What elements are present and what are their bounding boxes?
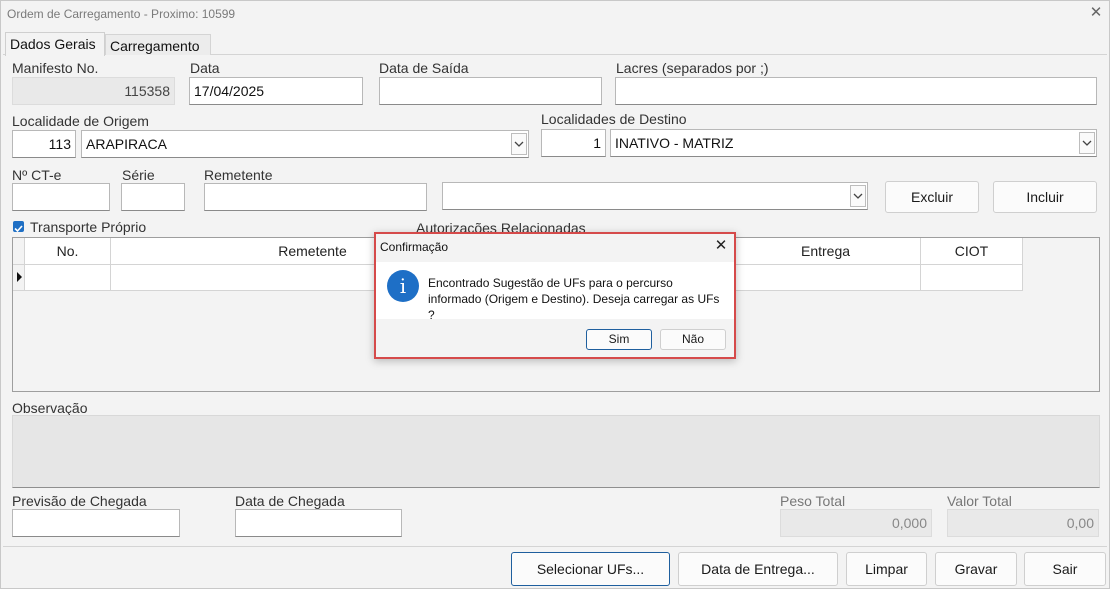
origem-label: Localidade de Origem	[12, 113, 149, 129]
gravar-button[interactable]: Gravar	[935, 552, 1017, 586]
info-icon: i	[387, 270, 419, 302]
sair-button[interactable]: Sair	[1024, 552, 1106, 586]
window-title: Ordem de Carregamento - Proximo: 10599	[7, 7, 236, 21]
data-field[interactable]: 17/04/2025	[189, 77, 363, 105]
ct-e-field[interactable]	[12, 183, 110, 211]
data-chegada-label: Data de Chegada	[235, 493, 345, 509]
data-saida-field[interactable]	[379, 77, 602, 105]
destino-label: Localidades de Destino	[541, 111, 687, 127]
excluir-button[interactable]: Excluir	[885, 181, 979, 213]
bottom-divider	[3, 546, 1107, 547]
dialog-close-icon[interactable]: ✕	[712, 237, 730, 255]
confirmation-dialog: Confirmação ✕ i Encontrado Sugestão de U…	[374, 232, 736, 359]
transporte-proprio-label: Transporte Próprio	[30, 219, 147, 235]
window-close-icon[interactable]: ✕	[1088, 5, 1104, 21]
remetente-field[interactable]	[204, 183, 427, 211]
grid-header-no[interactable]: No.	[25, 238, 111, 265]
grid-header-ciot[interactable]: CIOT	[921, 238, 1023, 265]
dialog-body: i Encontrado Sugestão de UFs para o perc…	[376, 262, 734, 322]
main-window: Ordem de Carregamento - Proximo: 10599 ✕…	[0, 0, 1110, 589]
dialog-message: Encontrado Sugestão de UFs para o percur…	[428, 276, 720, 322]
previsao-chegada-field[interactable]	[12, 509, 180, 537]
chevron-down-icon[interactable]	[850, 185, 866, 207]
remetente-label: Remetente	[204, 167, 273, 183]
observacao-label: Observação	[12, 400, 88, 416]
grid-header-entrega-text: Entrega	[801, 243, 851, 259]
lacres-field[interactable]	[615, 77, 1097, 105]
transporte-proprio-checkbox[interactable]	[13, 221, 24, 233]
data-entrega-button[interactable]: Data de Entrega...	[678, 552, 838, 586]
dialog-title: Confirmação	[380, 240, 449, 254]
grid-row-indicator	[13, 265, 25, 291]
checkmark-icon	[14, 225, 23, 233]
tab-dados-gerais[interactable]: Dados Gerais	[5, 32, 105, 56]
tab-carregamento[interactable]: Carregamento	[105, 34, 211, 55]
grid-indicator-header	[13, 238, 25, 265]
data-saida-label: Data de Saída	[379, 60, 469, 76]
table-row-cell[interactable]	[25, 265, 111, 291]
manifesto-label: Manifesto No.	[12, 60, 99, 76]
valor-total-field: 0,00	[947, 509, 1099, 537]
nao-button[interactable]: Não	[660, 329, 726, 350]
incluir-button[interactable]: Incluir	[993, 181, 1097, 213]
destino-name: INATIVO - MATRIZ	[615, 135, 734, 151]
remetente-combo[interactable]	[442, 182, 868, 210]
chevron-down-icon[interactable]	[511, 133, 527, 155]
destino-code-field[interactable]: 1	[541, 129, 606, 157]
ct-e-label: Nº CT-e	[12, 167, 62, 183]
serie-label: Série	[122, 167, 155, 183]
destino-combo[interactable]: INATIVO - MATRIZ	[610, 129, 1097, 157]
lacres-label: Lacres (separados por ;)	[616, 60, 769, 76]
chevron-down-icon[interactable]	[1079, 132, 1095, 154]
serie-field[interactable]	[121, 183, 185, 211]
peso-total-label: Peso Total	[780, 493, 846, 509]
origem-combo[interactable]: ARAPIRACA	[81, 130, 529, 158]
data-chegada-field[interactable]	[235, 509, 402, 537]
table-row-cell[interactable]	[921, 265, 1023, 291]
data-label: Data	[190, 60, 220, 76]
selecionar-ufs-button[interactable]: Selecionar UFs...	[511, 552, 670, 586]
peso-total-field: 0,000	[780, 509, 932, 537]
manifesto-field: 115358	[12, 77, 175, 105]
origem-name: ARAPIRACA	[86, 136, 167, 152]
origem-code-field[interactable]: 113	[12, 130, 76, 158]
row-pointer-icon	[17, 272, 22, 282]
valor-total-label: Valor Total	[947, 493, 1012, 509]
sim-button[interactable]: Sim	[586, 329, 652, 350]
limpar-button[interactable]: Limpar	[846, 552, 927, 586]
observacao-field[interactable]	[12, 415, 1100, 488]
previsao-chegada-label: Previsão de Chegada	[12, 493, 147, 509]
